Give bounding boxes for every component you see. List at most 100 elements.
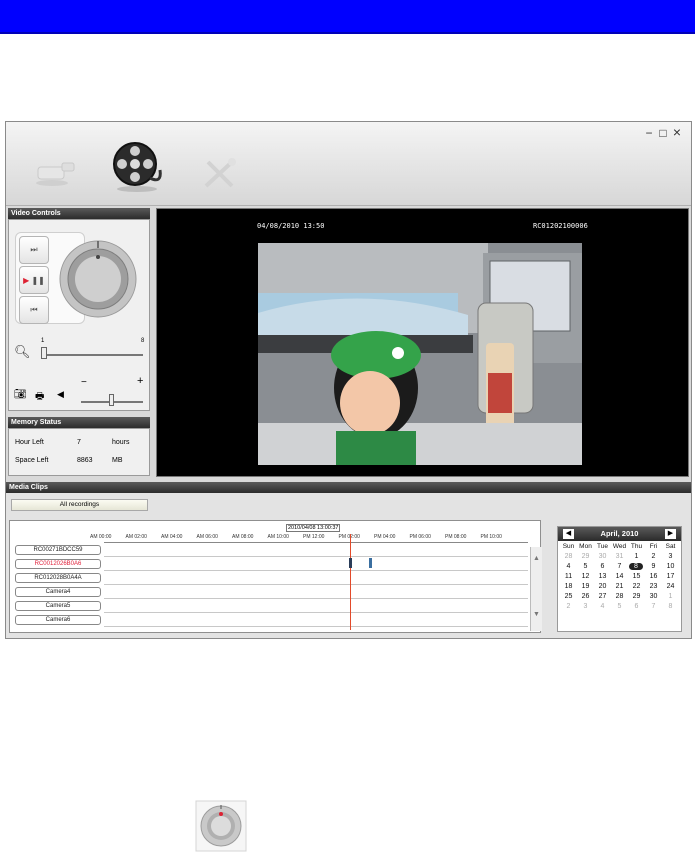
- calendar-day[interactable]: 21: [611, 583, 628, 590]
- calendar-day[interactable]: 12: [577, 573, 594, 580]
- calendar-day[interactable]: 10: [662, 563, 679, 570]
- camera-timeline-row[interactable]: [104, 572, 528, 585]
- hour-left-unit: hours: [112, 439, 130, 446]
- calendar-day[interactable]: 25: [560, 593, 577, 600]
- calendar: ◀ April, 2010 ▶ Sun Mon Tue Wed Thu Fri Sat 28 2…: [557, 526, 682, 632]
- camera-timeline-row[interactable]: [104, 600, 528, 613]
- all-recordings-button[interactable]: All recordings: [11, 499, 148, 511]
- calendar-day[interactable]: 28: [560, 553, 577, 560]
- osd-datetime: 04/08/2010 13:50: [257, 222, 325, 230]
- calendar-weekday: Tue: [597, 543, 608, 550]
- camera-label[interactable]: RC0012026B0A6: [15, 559, 101, 569]
- recording-clip-marker[interactable]: [369, 558, 372, 568]
- calendar-day[interactable]: 28: [611, 593, 628, 600]
- timeline-panel: 2010/04/08 13:00:37 AM 00:00 AM 02:00 AM 0…: [9, 520, 542, 633]
- minimize-icon[interactable]: −: [643, 126, 655, 140]
- camera-label[interactable]: RC00271BDCC59: [15, 545, 101, 555]
- space-left-value: 8863: [77, 457, 93, 464]
- next-month-button[interactable]: ▶: [665, 529, 676, 539]
- header-banner: [0, 0, 695, 34]
- volume-minus-label: −: [81, 377, 87, 388]
- camera-timeline-row[interactable]: [104, 614, 528, 627]
- space-left-unit: MB: [112, 457, 123, 464]
- play-pause-button[interactable]: ▶ ❚❚: [19, 266, 49, 294]
- camera-label[interactable]: RC012028B0A4A: [15, 573, 101, 583]
- timeline-cursor-line[interactable]: [350, 534, 351, 630]
- calendar-day[interactable]: 7: [645, 603, 662, 610]
- calendar-day[interactable]: 5: [611, 603, 628, 610]
- timeline-tick-label: AM 02:00: [125, 534, 147, 540]
- calendar-day[interactable]: 7: [611, 563, 628, 570]
- timeline-scrollbar[interactable]: ▲ ▼: [530, 547, 542, 631]
- calendar-day[interactable]: 4: [594, 603, 611, 610]
- calendar-day[interactable]: 31: [611, 553, 628, 560]
- memory-status-panel: Hour Left 7 hours Space Left 8863 MB: [8, 428, 150, 476]
- calendar-day[interactable]: 24: [662, 583, 679, 590]
- calendar-day[interactable]: 3: [577, 603, 594, 610]
- zoom-slider-track[interactable]: [41, 354, 143, 356]
- calendar-day[interactable]: 17: [662, 573, 679, 580]
- calendar-day[interactable]: 16: [645, 573, 662, 580]
- calendar-day[interactable]: 8: [629, 563, 643, 570]
- camera-icon[interactable]: [34, 157, 78, 187]
- calendar-day[interactable]: 14: [611, 573, 628, 580]
- calendar-day[interactable]: 3: [662, 553, 679, 560]
- scroll-up-icon[interactable]: ▲: [533, 555, 540, 562]
- calendar-day[interactable]: 29: [628, 593, 645, 600]
- jog-dial[interactable]: [57, 238, 139, 320]
- volume-slider-thumb[interactable]: [109, 394, 114, 406]
- calendar-day[interactable]: 22: [628, 583, 645, 590]
- maximize-icon[interactable]: □: [657, 126, 669, 140]
- camera-label[interactable]: Camera4: [15, 587, 101, 597]
- prev-month-button[interactable]: ◀: [563, 529, 574, 539]
- calendar-day[interactable]: 19: [577, 583, 594, 590]
- hour-left-label: Hour Left: [15, 439, 44, 446]
- calendar-day[interactable]: 8: [662, 603, 679, 610]
- calendar-day[interactable]: 11: [560, 573, 577, 580]
- calendar-day[interactable]: 29: [577, 553, 594, 560]
- calendar-day[interactable]: 30: [594, 553, 611, 560]
- film-reel-icon[interactable]: [110, 140, 164, 194]
- calendar-day[interactable]: 6: [628, 603, 645, 610]
- snapshot-icon[interactable]: 📷︎: [14, 389, 27, 400]
- calendar-day[interactable]: 1: [662, 593, 679, 600]
- camera-timeline-row[interactable]: [104, 558, 528, 571]
- camera-timeline-row[interactable]: [104, 544, 528, 557]
- calendar-day[interactable]: 27: [594, 593, 611, 600]
- close-icon[interactable]: ×: [671, 124, 683, 140]
- timeline-tick-label: PM 04:00: [374, 534, 396, 540]
- calendar-day[interactable]: 2: [560, 603, 577, 610]
- media-clips-title: Media Clips: [6, 482, 691, 493]
- scroll-down-icon[interactable]: ▼: [533, 611, 540, 618]
- jog-dial-icon: [195, 800, 247, 852]
- calendar-day[interactable]: 1: [628, 553, 645, 560]
- print-icon[interactable]: 🖶︎: [35, 389, 44, 406]
- calendar-day[interactable]: 6: [594, 563, 611, 570]
- calendar-day[interactable]: 18: [560, 583, 577, 590]
- video-display[interactable]: 04/08/2010 13:50 RC01202100006: [156, 208, 689, 477]
- calendar-header: ◀ April, 2010 ▶: [558, 527, 681, 541]
- calendar-day[interactable]: 26: [577, 593, 594, 600]
- app-window: − □ × Video Controls ⏭ ▶ ❚❚ ⏮ 🔍︎ 1 8 📷︎ …: [5, 121, 692, 639]
- camera-label[interactable]: Camera6: [15, 615, 101, 625]
- zoom-icon: 🔍︎: [14, 344, 31, 359]
- zoom-slider-thumb[interactable]: [41, 347, 47, 359]
- rewind-button[interactable]: ⏮: [19, 296, 49, 324]
- calendar-day[interactable]: 23: [645, 583, 662, 590]
- calendar-day[interactable]: 20: [594, 583, 611, 590]
- tools-icon[interactable]: [200, 156, 240, 192]
- space-left-label: Space Left: [15, 457, 49, 464]
- camera-label[interactable]: Camera5: [15, 601, 101, 611]
- calendar-day[interactable]: 5: [577, 563, 594, 570]
- calendar-day[interactable]: 2: [645, 553, 662, 560]
- calendar-day[interactable]: 15: [628, 573, 645, 580]
- fast-forward-button[interactable]: ⏭: [19, 236, 49, 264]
- calendar-day[interactable]: 30: [645, 593, 662, 600]
- calendar-day[interactable]: 9: [645, 563, 662, 570]
- zoom-max-label: 8: [141, 338, 145, 344]
- main-toolbar: − □ ×: [6, 122, 691, 206]
- recording-clip-marker[interactable]: [349, 558, 352, 568]
- calendar-day[interactable]: 4: [560, 563, 577, 570]
- camera-timeline-row[interactable]: [104, 586, 528, 599]
- calendar-day[interactable]: 13: [594, 573, 611, 580]
